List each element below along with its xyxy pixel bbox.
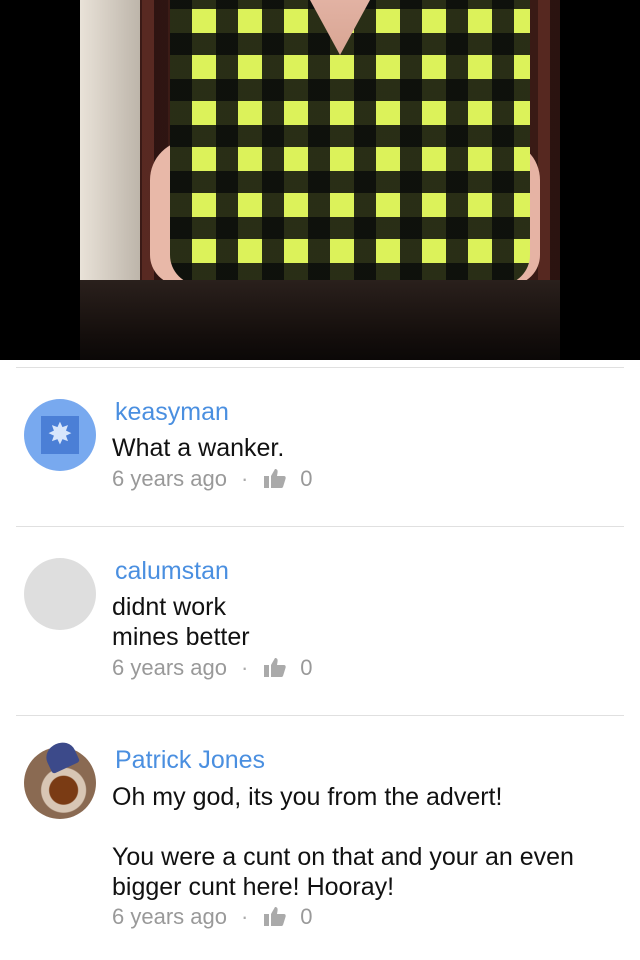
meta-separator: ·	[240, 655, 249, 680]
comment-text: Oh my god, its you from the advert! You …	[112, 783, 574, 901]
video-player[interactable]	[0, 0, 640, 360]
avatar-photo-icon	[41, 737, 81, 775]
plaid-shirt	[170, 0, 530, 285]
like-count: 0	[300, 466, 313, 491]
blue-pattern-icon: ✸	[41, 416, 79, 454]
divider	[16, 526, 624, 527]
comment-text: What a wanker.	[112, 434, 285, 462]
like-count: 0	[300, 655, 313, 680]
like-count: 0	[300, 904, 313, 929]
table	[80, 280, 560, 360]
comment-meta: 6 years ago · 0	[112, 904, 313, 932]
thumbs-up-icon[interactable]	[264, 468, 286, 494]
comment-age: 6 years ago	[112, 655, 227, 680]
background-light	[80, 0, 140, 290]
comment-age: 6 years ago	[112, 466, 227, 491]
video-frame	[80, 0, 560, 360]
divider	[16, 367, 624, 368]
avatar[interactable]	[24, 737, 96, 819]
comment-meta: 6 years ago · 0	[112, 655, 313, 683]
thumbs-up-icon[interactable]	[264, 657, 286, 683]
comment-meta: 6 years ago · 0	[112, 466, 313, 494]
comment-username[interactable]: Patrick Jones	[115, 746, 265, 775]
comment-username[interactable]: calumstan	[115, 557, 229, 586]
comment-username[interactable]: keasyman	[115, 398, 229, 427]
divider	[16, 715, 624, 716]
thumbs-up-icon[interactable]	[264, 906, 286, 932]
avatar[interactable]: ✸	[24, 399, 96, 471]
avatar[interactable]	[24, 558, 96, 630]
meta-separator: ·	[240, 466, 249, 491]
meta-separator: ·	[240, 904, 249, 929]
comment-age: 6 years ago	[112, 904, 227, 929]
comment-text: didnt work mines better	[112, 593, 250, 651]
